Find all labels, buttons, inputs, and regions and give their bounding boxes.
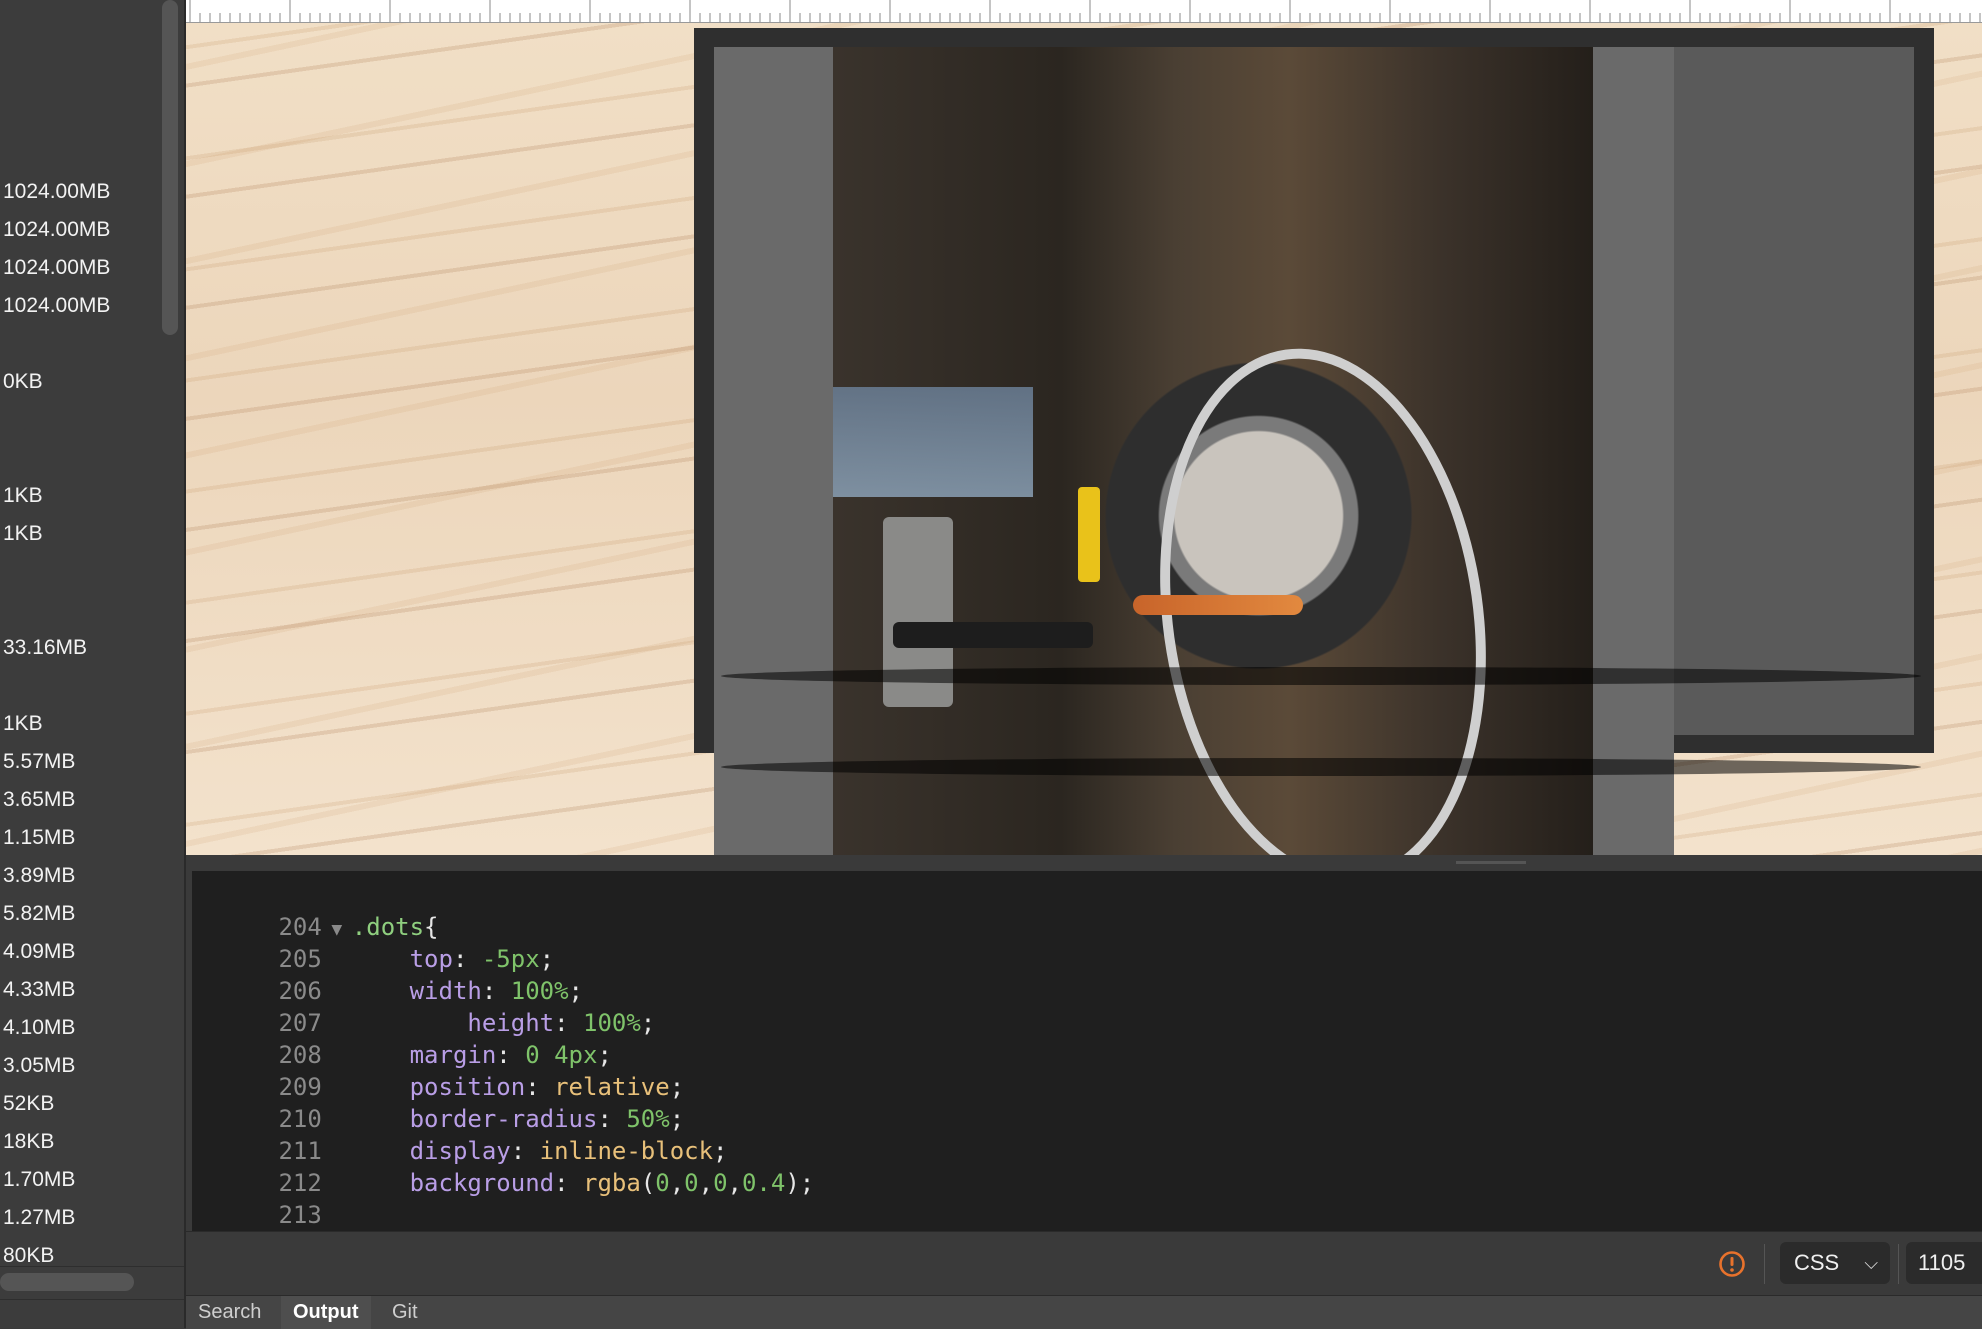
- exclamation-circle-icon[interactable]: [1718, 1250, 1746, 1278]
- language-label: CSS: [1794, 1250, 1840, 1275]
- code-line[interactable]: 211 display: inline-block;: [192, 1103, 727, 1165]
- code-line[interactable]: 212 background: rgba(0,0,0,0.4);: [192, 1135, 814, 1197]
- file-size: 1024.00MB: [3, 256, 111, 279]
- tab-search[interactable]: Search: [186, 1296, 273, 1329]
- code-line[interactable]: 214}: [192, 1199, 366, 1261]
- file-size: 3.65MB: [3, 788, 76, 811]
- code-line[interactable]: 210 border-radius: 50%;: [192, 1071, 684, 1133]
- file-size: 5.57MB: [3, 750, 76, 773]
- photo-detail: [1133, 595, 1303, 615]
- code-text: background: rgba(0,0,0,0.4);: [409, 1169, 815, 1197]
- preview-ruler: [186, 0, 1982, 23]
- bottom-panel-tabs: Search Output Git: [186, 1295, 1982, 1329]
- pane-splitter[interactable]: [186, 855, 1982, 871]
- status-divider: [1898, 1244, 1899, 1284]
- status-divider: [1764, 1244, 1765, 1284]
- ruler-ticks: [189, 0, 1981, 22]
- tab-git[interactable]: Git: [380, 1296, 430, 1329]
- code-line[interactable]: 213: [192, 1167, 352, 1229]
- file-size: 1024.00MB: [3, 180, 111, 203]
- file-size: 52KB: [3, 1092, 55, 1115]
- file-size-panel: 1024.00MB 1024.00MB 1024.00MB 1024.00MB …: [0, 0, 186, 1328]
- file-size: 4.33MB: [3, 978, 76, 1001]
- status-bar: CSS ⌵ 1105: [186, 1231, 1982, 1296]
- file-size: 1KB: [3, 484, 43, 507]
- file-size: 18KB: [3, 1130, 55, 1153]
- chevron-down-icon: ⌵: [1864, 1253, 1878, 1273]
- photo-detail: [893, 622, 1093, 648]
- file-size: 0KB: [3, 370, 43, 393]
- code-line[interactable]: 204 ▼ .dots{: [192, 879, 438, 941]
- language-select[interactable]: CSS ⌵: [1780, 1242, 1890, 1284]
- file-size: 33.16MB: [3, 636, 88, 659]
- photo-detail: [833, 387, 1033, 497]
- file-size: 3.05MB: [3, 1054, 76, 1077]
- file-size: 1024.00MB: [3, 294, 111, 317]
- code-line[interactable]: 209 position: relative;: [192, 1039, 684, 1101]
- dots-element: [721, 758, 1921, 776]
- file-size: 1.70MB: [3, 1168, 76, 1191]
- code-line[interactable]: 205 top: -5px;: [192, 911, 554, 973]
- dots-element: [721, 667, 1921, 685]
- file-size: 1KB: [3, 522, 43, 545]
- horizontal-scrollbar[interactable]: [0, 1273, 134, 1291]
- tab-output[interactable]: Output: [281, 1296, 371, 1329]
- code-line[interactable]: 206 width: 100%;: [192, 943, 583, 1005]
- file-size: 4.09MB: [3, 940, 76, 963]
- file-size: 5.82MB: [3, 902, 76, 925]
- vertical-scrollbar[interactable]: [162, 0, 178, 335]
- splitter-grip[interactable]: [1456, 861, 1526, 864]
- file-size: 4.10MB: [3, 1016, 76, 1039]
- live-preview[interactable]: [186, 23, 1982, 855]
- code-line[interactable]: 207 height: 100%;: [192, 975, 655, 1037]
- file-size: 3.89MB: [3, 864, 76, 887]
- cursor-position[interactable]: 1105: [1906, 1242, 1982, 1284]
- file-size: 1KB: [3, 712, 43, 735]
- preview-photo: [833, 47, 1593, 855]
- photo-detail: [1078, 487, 1100, 582]
- code-line[interactable]: 208 margin: 0 4px;: [192, 1007, 611, 1069]
- file-size: 1.15MB: [3, 826, 76, 849]
- file-size: 1.27MB: [3, 1206, 76, 1229]
- file-size: 1024.00MB: [3, 218, 111, 241]
- code-editor[interactable]: 204 ▼ .dots{ 205 top: -5px; 206 width: 100…: [192, 871, 1982, 1261]
